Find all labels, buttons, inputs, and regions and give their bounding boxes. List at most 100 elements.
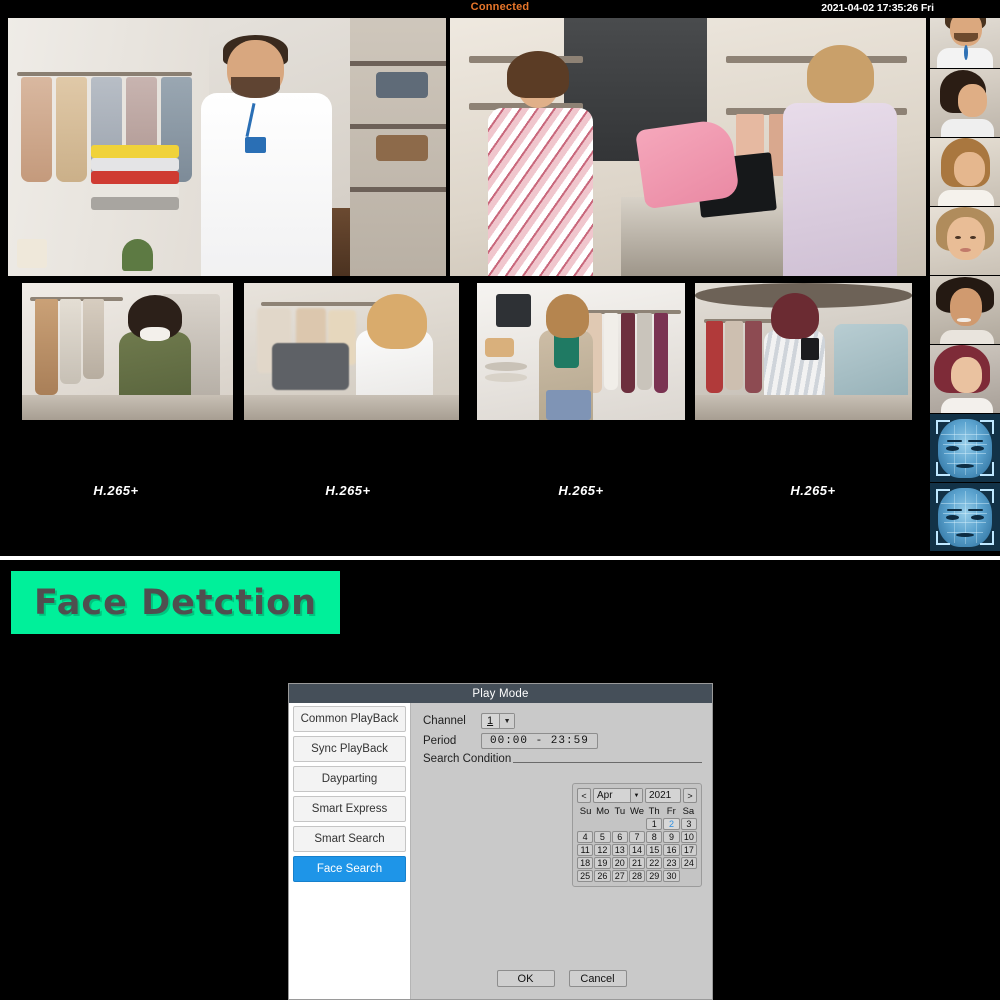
calendar-day-21[interactable]: 21 — [629, 857, 645, 869]
face-thumbnail-2[interactable] — [930, 69, 1000, 138]
calendar-day-1[interactable]: 1 — [646, 818, 662, 830]
calendar-day-27[interactable]: 27 — [612, 870, 628, 882]
calendar-day-2[interactable]: 2 — [663, 818, 679, 830]
video-panel-6-scene — [695, 283, 912, 420]
calendar-weekday: Mo — [594, 806, 611, 817]
menu-item-face-search[interactable]: Face Search — [293, 856, 406, 882]
calendar-day-22[interactable]: 22 — [646, 857, 662, 869]
calendar-day-24[interactable]: 24 — [681, 857, 697, 869]
video-panel-2-scene — [450, 14, 926, 276]
calendar-day-blank — [577, 818, 593, 830]
calendar-day-29[interactable]: 29 — [646, 870, 662, 882]
search-condition-row: Search Condition — [423, 753, 702, 765]
dialog-body: Common PlayBack Sync PlayBack Dayparting… — [289, 703, 712, 999]
calendar-prev-button[interactable]: < — [577, 788, 591, 803]
calendar-day-10[interactable]: 10 — [681, 831, 697, 843]
calendar-day-17[interactable]: 17 — [681, 844, 697, 856]
chevron-down-icon[interactable]: ▼ — [499, 714, 514, 728]
face-thumbnail-4[interactable] — [930, 207, 1000, 276]
menu-item-smart-express[interactable]: Smart Express — [293, 796, 406, 822]
calendar-month-select[interactable]: Apr ▼ — [593, 788, 643, 803]
dialog-calendar[interactable]: < Apr ▼ 2021 > SuMoTuWeThFrSa 1234567891… — [572, 783, 702, 887]
menu-item-label: Smart Express — [312, 803, 387, 815]
period-input[interactable]: 00:00 - 23:59 — [481, 733, 598, 749]
section-divider — [0, 556, 1000, 560]
calendar-day-18[interactable]: 18 — [577, 857, 593, 869]
dialog-content: Channel 1 ▼ Period 00:00 - 23:59 S — [411, 703, 712, 999]
video-panel-3-scene — [22, 283, 233, 420]
play-mode-dialog[interactable]: Play Mode Common PlayBack Sync PlayBack … — [288, 683, 713, 1000]
face-thumbnail-5[interactable] — [930, 276, 1000, 345]
face-mesh-scan-1[interactable] — [930, 414, 1000, 483]
calendar-day-blank — [594, 818, 610, 830]
menu-item-label: Common PlayBack — [301, 713, 399, 725]
calendar-day-11[interactable]: 11 — [577, 844, 593, 856]
video-panel-2[interactable] — [450, 14, 926, 276]
calendar-day-26[interactable]: 26 — [594, 870, 610, 882]
calendar-weekday: Th — [646, 806, 663, 817]
calendar-day-16[interactable]: 16 — [663, 844, 679, 856]
calendar-month-value: Apr — [597, 790, 613, 801]
calendar-weekday: Sa — [680, 806, 697, 817]
calendar-day-25[interactable]: 25 — [577, 870, 593, 882]
face-mesh-scan-2[interactable] — [930, 483, 1000, 552]
video-panel-4-scene — [244, 283, 459, 420]
ok-button[interactable]: OK — [497, 970, 555, 987]
dialog-title-bar: Play Mode — [289, 684, 712, 703]
video-panel-4[interactable] — [244, 283, 459, 420]
menu-item-label: Dayparting — [322, 773, 378, 785]
nvr-screen: H.265+ H.265+ H.265+ H.265+ — [0, 0, 1000, 1000]
calendar-day-23[interactable]: 23 — [663, 857, 679, 869]
calendar-day-5[interactable]: 5 — [594, 831, 610, 843]
calendar-year-field[interactable]: 2021 — [645, 788, 681, 803]
lower-section: Face Detction Play Mode Common PlayBack … — [0, 560, 1000, 1000]
video-panel-6[interactable] — [695, 283, 912, 420]
calendar-weekday: Tu — [611, 806, 628, 817]
video-wall: H.265+ H.265+ H.265+ H.265+ — [0, 0, 930, 556]
video-panel-3[interactable] — [22, 283, 233, 420]
menu-item-dayparting[interactable]: Dayparting — [293, 766, 406, 792]
calendar-header: < Apr ▼ 2021 > — [577, 788, 697, 803]
face-detection-banner: Face Detction — [11, 571, 340, 634]
detected-face-strip — [930, 0, 1000, 556]
face-thumbnail-6[interactable] — [930, 345, 1000, 414]
calendar-weekday: Su — [577, 806, 594, 817]
calendar-weekday-header: SuMoTuWeThFrSa — [577, 806, 697, 817]
face-thumbnail-3[interactable] — [930, 138, 1000, 207]
cancel-button[interactable]: Cancel — [569, 970, 627, 987]
calendar-day-8[interactable]: 8 — [646, 831, 662, 843]
channel-value: 1 — [482, 715, 499, 727]
calendar-next-button[interactable]: > — [683, 788, 697, 803]
calendar-day-3[interactable]: 3 — [681, 818, 697, 830]
calendar-day-13[interactable]: 13 — [612, 844, 628, 856]
menu-item-common-playback[interactable]: Common PlayBack — [293, 706, 406, 732]
chevron-down-icon[interactable]: ▼ — [630, 789, 642, 802]
calendar-day-28[interactable]: 28 — [629, 870, 645, 882]
calendar-day-7[interactable]: 7 — [629, 831, 645, 843]
calendar-day-12[interactable]: 12 — [594, 844, 610, 856]
calendar-day-15[interactable]: 15 — [646, 844, 662, 856]
channel-select[interactable]: 1 ▼ — [481, 713, 515, 729]
menu-item-label: Face Search — [317, 863, 382, 875]
calendar-day-19[interactable]: 19 — [594, 857, 610, 869]
menu-item-label: Sync PlayBack — [311, 743, 388, 755]
dialog-title-text: Play Mode — [472, 688, 528, 700]
video-panel-1[interactable] — [8, 14, 446, 276]
calendar-day-14[interactable]: 14 — [629, 844, 645, 856]
period-row: Period 00:00 - 23:59 — [423, 733, 702, 749]
period-label: Period — [423, 735, 481, 747]
menu-item-sync-playback[interactable]: Sync PlayBack — [293, 736, 406, 762]
calendar-day-4[interactable]: 4 — [577, 831, 593, 843]
calendar-day-20[interactable]: 20 — [612, 857, 628, 869]
search-condition-rule — [513, 762, 702, 763]
calendar-day-30[interactable]: 30 — [663, 870, 679, 882]
menu-item-smart-search[interactable]: Smart Search — [293, 826, 406, 852]
channel-row: Channel 1 ▼ — [423, 713, 702, 729]
codec-label-3: H.265+ — [523, 483, 639, 498]
channel-label: Channel — [423, 715, 481, 727]
calendar-day-6[interactable]: 6 — [612, 831, 628, 843]
calendar-day-9[interactable]: 9 — [663, 831, 679, 843]
codec-label-1: H.265+ — [58, 483, 174, 498]
video-panel-5[interactable] — [477, 283, 685, 420]
codec-label-4: H.265+ — [755, 483, 871, 498]
